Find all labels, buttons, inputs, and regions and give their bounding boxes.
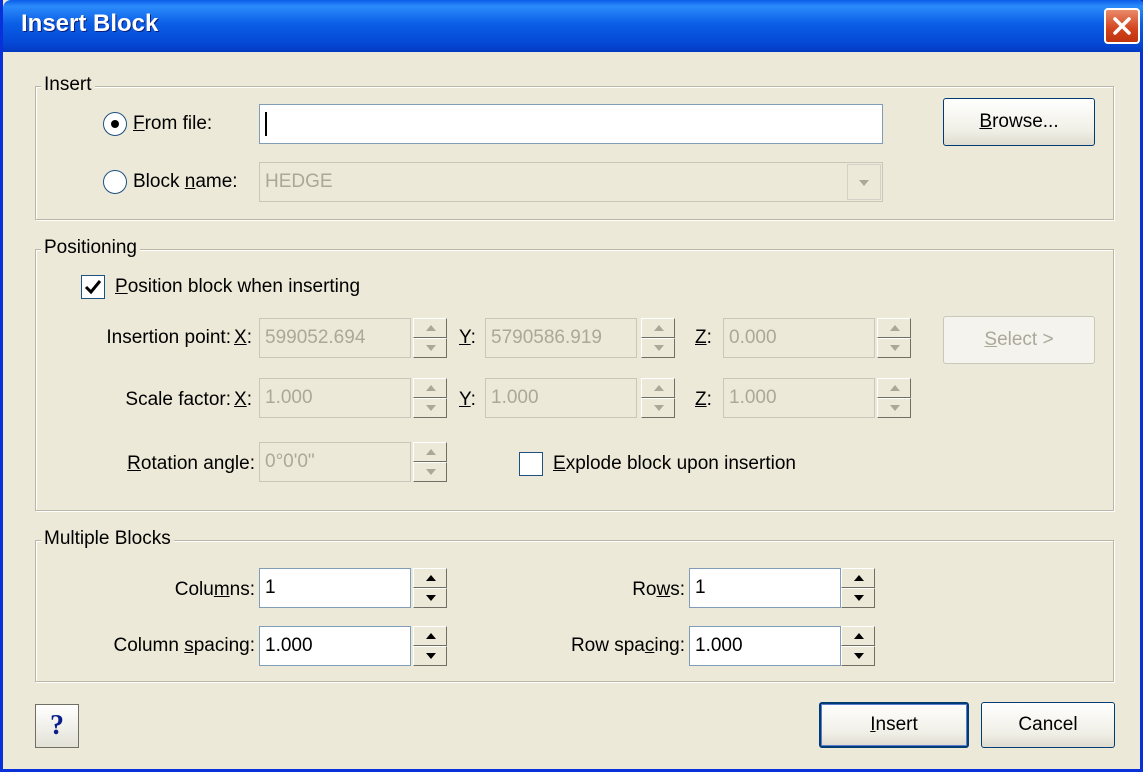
help-button[interactable]: ?	[35, 704, 79, 748]
multiple-blocks-group-label: Multiple Blocks	[41, 528, 174, 550]
close-button[interactable]	[1104, 8, 1140, 44]
rows-label: Rows:	[632, 579, 685, 600]
scale-y-spinner[interactable]	[641, 378, 675, 418]
scale-y-input[interactable]: 1.000	[485, 378, 637, 418]
multiple-blocks-group	[35, 540, 1114, 682]
browse-button[interactable]: Browse...	[943, 98, 1095, 146]
columns-input[interactable]: 1	[259, 568, 411, 608]
insert-block-dialog: Insert Block Insert From file: Browse...…	[0, 0, 1143, 772]
spin-up-button[interactable]	[841, 626, 875, 646]
rows-spinner[interactable]	[841, 568, 875, 608]
explode-block-checkbox[interactable]	[519, 452, 543, 476]
insertion-y-axis-label: Y:	[459, 327, 476, 348]
spin-down-button[interactable]	[413, 398, 447, 418]
block-name-dropdown-button[interactable]	[847, 164, 881, 200]
insert-button[interactable]: Insert	[819, 702, 969, 748]
scale-z-axis-label: Z:	[695, 389, 712, 410]
rows-input[interactable]: 1	[689, 568, 841, 608]
spin-down-button[interactable]	[841, 646, 875, 666]
from-file-label[interactable]: From file:	[133, 112, 212, 136]
scale-x-spinner[interactable]	[413, 378, 447, 418]
insertion-point-x-spinner[interactable]	[413, 318, 447, 358]
spin-down-button[interactable]	[841, 588, 875, 608]
spin-up-button[interactable]	[413, 568, 447, 588]
insertion-point-x-input[interactable]: 599052.694	[259, 318, 411, 358]
spin-up-button[interactable]	[413, 378, 447, 398]
columns-spinner[interactable]	[413, 568, 447, 608]
checkmark-icon	[84, 280, 102, 295]
rotation-angle-input[interactable]: 0°0'0"	[259, 442, 411, 482]
from-file-input[interactable]	[259, 104, 883, 144]
close-icon	[1113, 17, 1131, 35]
block-name-select[interactable]: HEDGE	[259, 162, 883, 202]
spin-up-button[interactable]	[413, 626, 447, 646]
scale-x-axis-label: X:	[234, 389, 252, 410]
scale-z-spinner[interactable]	[877, 378, 911, 418]
spin-down-button[interactable]	[413, 338, 447, 358]
block-name-radio[interactable]	[103, 170, 127, 194]
insertion-point-y-input[interactable]: 5790586.919	[485, 318, 637, 358]
dialog-title: Insert Block	[21, 10, 159, 37]
spin-up-button[interactable]	[877, 378, 911, 398]
row-spacing-input[interactable]: 1.000	[689, 626, 841, 666]
insertion-point-z-spinner[interactable]	[877, 318, 911, 358]
from-file-radio[interactable]	[103, 112, 127, 136]
columns-label: Columns:	[174, 579, 255, 600]
spin-up-button[interactable]	[877, 318, 911, 338]
column-spacing-label: Column spacing:	[113, 635, 255, 656]
spin-up-button[interactable]	[841, 568, 875, 588]
cancel-button[interactable]: Cancel	[981, 702, 1115, 748]
spin-down-button[interactable]	[877, 398, 911, 418]
select-button[interactable]: Select >	[943, 316, 1095, 364]
spin-down-button[interactable]	[413, 588, 447, 608]
column-spacing-input[interactable]: 1.000	[259, 626, 411, 666]
scale-y-axis-label: Y:	[459, 389, 476, 410]
column-spacing-spinner[interactable]	[413, 626, 447, 666]
spin-down-button[interactable]	[641, 398, 675, 418]
help-icon: ?	[50, 710, 64, 741]
chevron-down-icon	[859, 180, 869, 186]
row-spacing-label: Row spacing:	[570, 635, 685, 656]
spin-down-button[interactable]	[641, 338, 675, 358]
insertion-z-axis-label: Z:	[695, 327, 712, 348]
scale-factor-label: Scale factor:	[125, 389, 231, 410]
rotation-angle-spinner[interactable]	[413, 442, 447, 482]
rotation-angle-label: Rotation angle:	[127, 453, 255, 474]
scale-x-input[interactable]: 1.000	[259, 378, 411, 418]
spin-up-button[interactable]	[413, 318, 447, 338]
insertion-x-axis-label: X:	[234, 327, 252, 348]
explode-block-label[interactable]: Explode block upon insertion	[553, 452, 796, 476]
insertion-point-y-spinner[interactable]	[641, 318, 675, 358]
position-block-label[interactable]: Position block when inserting	[115, 275, 360, 299]
spin-down-button[interactable]	[413, 646, 447, 666]
spin-up-button[interactable]	[641, 318, 675, 338]
text-caret	[265, 111, 267, 136]
spin-up-button[interactable]	[413, 442, 447, 462]
position-block-checkbox[interactable]	[81, 275, 105, 299]
insertion-point-z-input[interactable]: 0.000	[723, 318, 875, 358]
scale-z-input[interactable]: 1.000	[723, 378, 875, 418]
insert-group-label: Insert	[41, 74, 95, 96]
spin-down-button[interactable]	[413, 462, 447, 482]
insertion-point-label: Insertion point:	[106, 327, 231, 348]
positioning-group-label: Positioning	[41, 237, 140, 259]
spin-down-button[interactable]	[877, 338, 911, 358]
spin-up-button[interactable]	[641, 378, 675, 398]
row-spacing-spinner[interactable]	[841, 626, 875, 666]
block-name-label[interactable]: Block name:	[133, 170, 238, 194]
title-bar[interactable]: Insert Block	[3, 0, 1143, 52]
